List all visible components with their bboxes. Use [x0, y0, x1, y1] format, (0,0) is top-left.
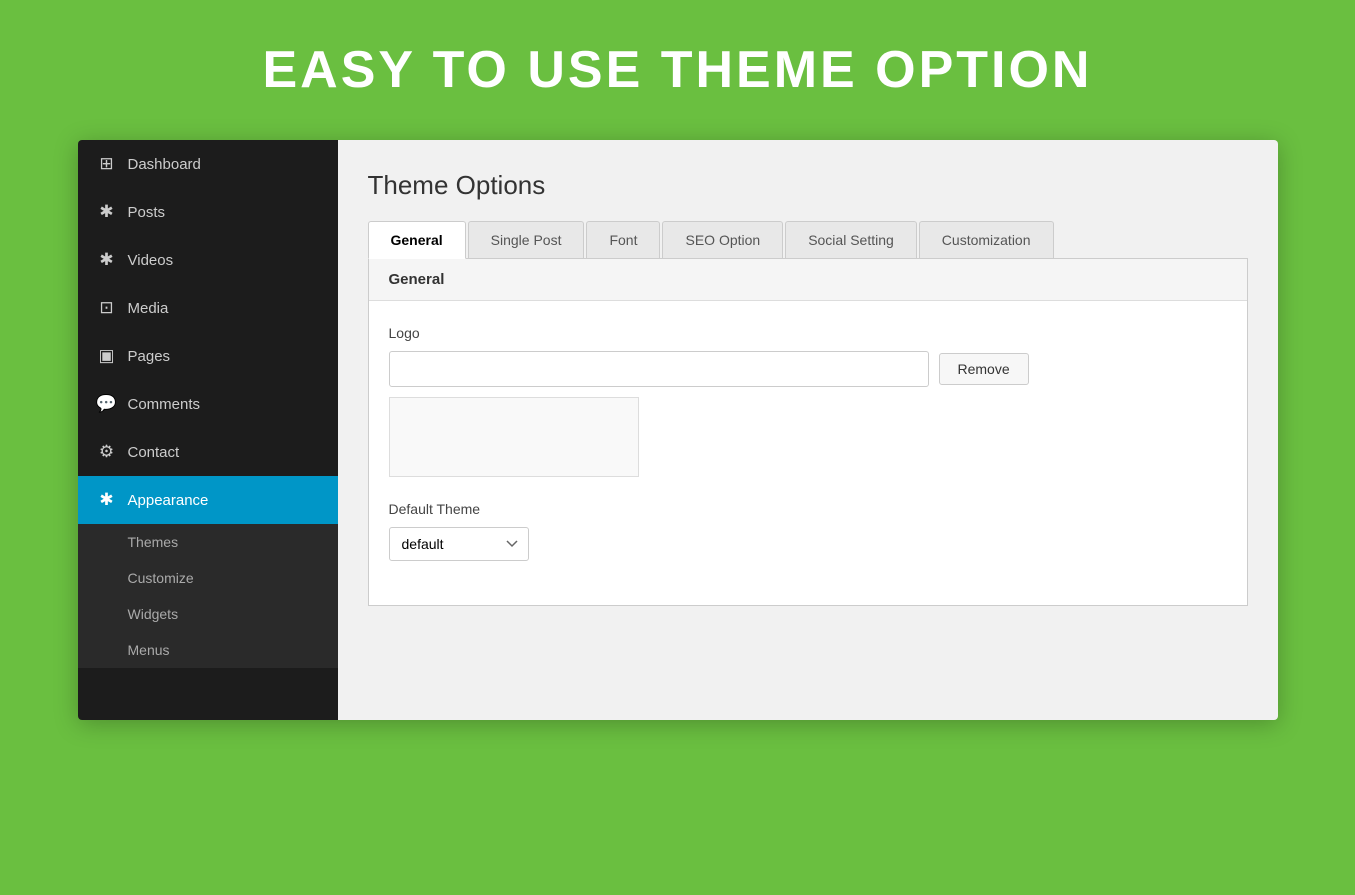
sidebar-item-label: Dashboard — [128, 156, 201, 173]
sidebar-submenu: Themes Customize Widgets Menus — [78, 524, 338, 668]
sidebar-item-label: Comments — [128, 396, 201, 413]
wp-mockup: ⊞ Dashboard ✱ Posts ✱ Videos ⊡ Media ▣ P… — [78, 140, 1278, 720]
sidebar-item-posts[interactable]: ✱ Posts — [78, 188, 338, 236]
section-header: General — [369, 259, 1247, 301]
main-content: Theme Options General Single Post Font S… — [338, 140, 1278, 720]
tab-panel: General Logo Remove Default Theme — [368, 259, 1248, 606]
tab-social-setting[interactable]: Social Setting — [785, 221, 917, 258]
sidebar-item-comments[interactable]: 💬 Comments — [78, 380, 338, 428]
section-body: Logo Remove Default Theme default — [369, 301, 1247, 605]
comments-icon: 💬 — [96, 394, 118, 414]
tab-general[interactable]: General — [368, 221, 466, 259]
default-theme-row: default — [389, 527, 1227, 561]
dashboard-icon: ⊞ — [96, 154, 118, 174]
posts-icon: ✱ — [96, 202, 118, 222]
logo-preview — [389, 397, 639, 477]
tab-font[interactable]: Font — [586, 221, 660, 258]
sidebar-subitem-widgets[interactable]: Widgets — [78, 596, 338, 632]
logo-label: Logo — [389, 325, 1227, 341]
default-theme-label: Default Theme — [389, 501, 1227, 517]
logo-row: Remove — [389, 351, 1227, 387]
page-title: Theme Options — [368, 170, 1248, 201]
sidebar: ⊞ Dashboard ✱ Posts ✱ Videos ⊡ Media ▣ P… — [78, 140, 338, 720]
remove-button[interactable]: Remove — [939, 353, 1029, 385]
contact-icon: ⚙ — [96, 442, 118, 462]
sidebar-item-videos[interactable]: ✱ Videos — [78, 236, 338, 284]
tab-customization[interactable]: Customization — [919, 221, 1054, 258]
sidebar-item-contact[interactable]: ⚙ Contact — [78, 428, 338, 476]
sidebar-item-label: Pages — [128, 348, 171, 365]
sidebar-item-media[interactable]: ⊡ Media — [78, 284, 338, 332]
videos-icon: ✱ — [96, 250, 118, 270]
tab-seo-option[interactable]: SEO Option — [662, 221, 783, 258]
tabs-bar: General Single Post Font SEO Option Soci… — [368, 221, 1248, 259]
logo-field-group: Logo Remove — [389, 325, 1227, 477]
theme-select[interactable]: default — [389, 527, 529, 561]
sidebar-item-label: Media — [128, 300, 169, 317]
sidebar-subitem-menus[interactable]: Menus — [78, 632, 338, 668]
sidebar-item-label: Videos — [128, 252, 174, 269]
media-icon: ⊡ — [96, 298, 118, 318]
default-theme-field-group: Default Theme default — [389, 501, 1227, 561]
sidebar-item-label: Posts — [128, 204, 166, 221]
sidebar-item-pages[interactable]: ▣ Pages — [78, 332, 338, 380]
sidebar-arrow-icon — [310, 493, 320, 507]
page-headline: EASY TO USE THEME OPTION — [263, 40, 1093, 100]
sidebar-subitem-customize[interactable]: Customize — [78, 560, 338, 596]
sidebar-item-label: Appearance — [128, 492, 209, 509]
sidebar-subitem-themes[interactable]: Themes — [78, 524, 338, 560]
sidebar-item-dashboard[interactable]: ⊞ Dashboard — [78, 140, 338, 188]
pages-icon: ▣ — [96, 346, 118, 366]
sidebar-item-appearance[interactable]: ✱ Appearance — [78, 476, 338, 524]
sidebar-item-label: Contact — [128, 444, 180, 461]
tab-single-post[interactable]: Single Post — [468, 221, 585, 258]
logo-input[interactable] — [389, 351, 929, 387]
appearance-icon: ✱ — [96, 490, 118, 510]
